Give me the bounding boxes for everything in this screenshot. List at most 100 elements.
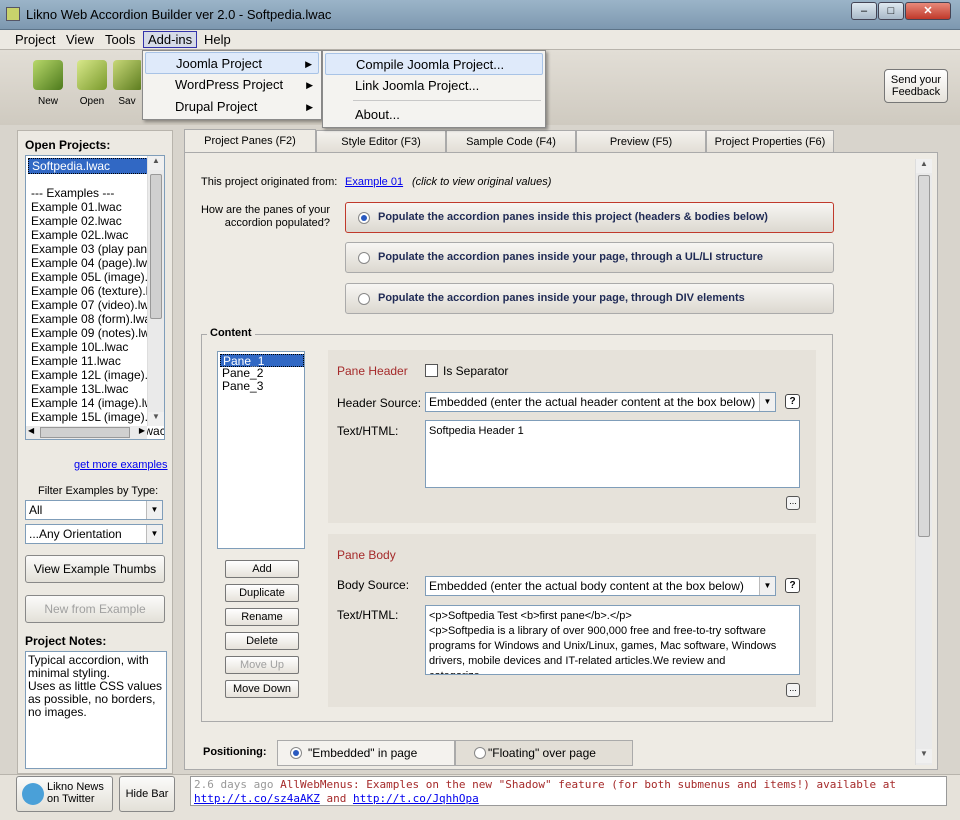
radio-selected-icon bbox=[290, 747, 302, 759]
duplicate-pane-button[interactable]: Duplicate bbox=[225, 584, 299, 602]
header-text-value: Softpedia Header 1 bbox=[429, 425, 524, 437]
scroll-down-icon[interactable]: ▼ bbox=[916, 749, 932, 763]
close-button[interactable]: ✕ bbox=[905, 2, 951, 20]
tab-sample-code[interactable]: Sample Code (F4) bbox=[446, 130, 576, 152]
rename-pane-button[interactable]: Rename bbox=[225, 608, 299, 626]
content-label: Content bbox=[207, 327, 255, 339]
hide-bar-button[interactable]: Hide Bar bbox=[119, 776, 175, 812]
app-icon bbox=[6, 7, 20, 21]
scroll-thumb[interactable] bbox=[918, 175, 930, 537]
project-list-item[interactable]: Example 01.lwac bbox=[31, 200, 122, 214]
original-example-link[interactable]: Example 01 bbox=[345, 176, 403, 188]
move-up-button[interactable]: Move Up bbox=[225, 656, 299, 674]
tab-project-properties[interactable]: Project Properties (F6) bbox=[706, 130, 834, 152]
project-list-item[interactable]: Example 04 (page).lwac bbox=[31, 256, 160, 270]
project-list-item[interactable]: Example 12L (image).lwa bbox=[31, 368, 164, 382]
help-icon[interactable]: ? bbox=[785, 578, 800, 593]
project-list-item[interactable]: Example 15L (image).lwa bbox=[31, 410, 164, 424]
project-list-item[interactable]: Example 14 (image).lwac bbox=[31, 396, 164, 410]
save-button[interactable]: Sav bbox=[113, 60, 141, 107]
positioning-floating-label: "Floating" over page bbox=[488, 746, 596, 760]
positioning-embedded-option[interactable]: "Embedded" in page bbox=[277, 740, 455, 766]
menu-wordpress-project[interactable]: WordPress Project ▶ bbox=[145, 74, 319, 96]
delete-pane-button[interactable]: Delete bbox=[225, 632, 299, 650]
menu-view[interactable]: View bbox=[62, 32, 98, 47]
maximize-button[interactable]: □ bbox=[878, 2, 904, 20]
project-list-item[interactable]: Example 02.lwac bbox=[31, 214, 122, 228]
menu-addins[interactable]: Add-ins bbox=[143, 31, 198, 48]
project-notes-field[interactable]: Typical accordion, with minimal styling.… bbox=[25, 651, 167, 769]
menu-tools[interactable]: Tools bbox=[101, 32, 139, 47]
populate-option-div[interactable]: Populate the accordion panes inside your… bbox=[345, 283, 834, 314]
new-from-example-button[interactable]: New from Example bbox=[25, 595, 165, 623]
likno-news-button[interactable]: Likno News on Twitter bbox=[16, 776, 113, 812]
header-text-label: Text/HTML: bbox=[337, 424, 399, 438]
compile-joomla-item[interactable]: Compile Joomla Project... bbox=[325, 53, 543, 75]
project-list-item[interactable]: Example 09 (notes).lwac bbox=[31, 326, 162, 340]
project-list-item[interactable]: Example 07 (video).lwac bbox=[31, 298, 162, 312]
project-list-item[interactable]: Example 02L.lwac bbox=[31, 228, 128, 242]
populate-option-ul-li[interactable]: Populate the accordion panes inside your… bbox=[345, 242, 834, 273]
project-list-item[interactable]: Example 08 (form).lwac bbox=[31, 312, 157, 326]
filter-orientation-value: ...Any Orientation bbox=[29, 527, 122, 541]
more-options-icon[interactable]: ... bbox=[786, 683, 800, 697]
save-disk-icon bbox=[113, 60, 141, 90]
tab-style-editor[interactable]: Style Editor (F3) bbox=[316, 130, 446, 152]
new-button[interactable]: New bbox=[25, 60, 71, 107]
project-list-item[interactable]: Example 03 (play panes) bbox=[31, 242, 164, 256]
menu-drupal-project[interactable]: Drupal Project ▶ bbox=[145, 96, 319, 118]
scroll-left-icon[interactable]: ◀ bbox=[28, 426, 34, 435]
link-joomla-item[interactable]: Link Joomla Project... bbox=[325, 75, 543, 97]
news-link-2[interactable]: http://t.co/JqhhOpa bbox=[353, 792, 479, 805]
project-list-item[interactable]: --- Examples --- bbox=[31, 186, 114, 200]
tab-preview[interactable]: Preview (F5) bbox=[576, 130, 706, 152]
project-list-item[interactable]: Example 10L.lwac bbox=[31, 340, 128, 354]
scroll-thumb[interactable] bbox=[150, 174, 162, 319]
project-list-item[interactable]: Example 13L.lwac bbox=[31, 382, 128, 396]
body-source-select[interactable]: Embedded (enter the actual body content … bbox=[425, 576, 776, 596]
minimize-button[interactable]: – bbox=[851, 2, 877, 20]
open-button[interactable]: Open bbox=[69, 60, 115, 107]
submenu-arrow-icon: ▶ bbox=[306, 102, 313, 112]
hscroll-thumb[interactable] bbox=[40, 427, 130, 438]
tab-project-panes[interactable]: Project Panes (F2) bbox=[184, 129, 316, 153]
add-pane-button[interactable]: Add bbox=[225, 560, 299, 578]
project-item-selected[interactable]: Softpedia.lwac bbox=[28, 158, 150, 174]
scroll-up-icon[interactable]: ▲ bbox=[148, 156, 164, 170]
populate-option-project[interactable]: Populate the accordion panes inside this… bbox=[345, 202, 834, 233]
body-text-field[interactable]: <p>Softpedia Test <b>first pane</b>.</p>… bbox=[425, 605, 800, 675]
news-link-1[interactable]: http://t.co/sz4aAKZ bbox=[194, 792, 320, 805]
project-list-item[interactable]: Example 05L (image).lwa bbox=[31, 270, 164, 284]
menu-joomla-project[interactable]: Joomla Project ▶ bbox=[145, 52, 319, 74]
scroll-right-icon[interactable]: ▶ bbox=[139, 426, 145, 435]
scroll-up-icon[interactable]: ▲ bbox=[916, 159, 932, 173]
positioning-floating-option[interactable]: "Floating" over page bbox=[455, 740, 633, 766]
news-and: and bbox=[326, 792, 347, 805]
move-down-button[interactable]: Move Down bbox=[225, 680, 299, 698]
positioning-label: Positioning: bbox=[203, 746, 267, 758]
menu-project[interactable]: Project bbox=[11, 32, 59, 47]
help-icon[interactable]: ? bbox=[785, 394, 800, 409]
project-list-item[interactable]: Example 11.lwac bbox=[31, 354, 121, 368]
projects-vscroll[interactable]: ▲ ▼ bbox=[147, 156, 164, 426]
project-list-item[interactable]: Example 06 (texture).lwa bbox=[31, 284, 164, 298]
send-feedback-button[interactable]: Send your Feedback bbox=[884, 69, 948, 103]
filter-orientation-select[interactable]: ...Any Orientation ▼ bbox=[25, 524, 163, 544]
main-vscroll[interactable]: ▲ ▼ bbox=[915, 159, 932, 765]
pane-item-3[interactable]: Pane_3 bbox=[222, 380, 263, 393]
project-notes-text: Typical accordion, with minimal styling.… bbox=[28, 653, 163, 719]
is-separator-checkbox[interactable] bbox=[425, 364, 438, 377]
header-text-field[interactable]: Softpedia Header 1 bbox=[425, 420, 800, 488]
projects-hscroll[interactable]: ◀ ▶ bbox=[26, 426, 147, 439]
projects-list[interactable]: Softpedia.lwac --- Examples --- Example 01… bbox=[25, 155, 165, 440]
get-more-examples-link[interactable]: get more examples bbox=[74, 459, 168, 471]
main-tabs: Project Panes (F2) Style Editor (F3) Sam… bbox=[184, 129, 844, 153]
menu-help[interactable]: Help bbox=[200, 32, 235, 47]
filter-type-select[interactable]: All ▼ bbox=[25, 500, 163, 520]
more-options-icon[interactable]: ... bbox=[786, 496, 800, 510]
header-source-select[interactable]: Embedded (enter the actual header conten… bbox=[425, 392, 776, 412]
view-example-thumbs-button[interactable]: View Example Thumbs bbox=[25, 555, 165, 583]
scroll-down-icon[interactable]: ▼ bbox=[148, 412, 164, 426]
panes-list[interactable]: Pane_1 Pane_2 Pane_3 bbox=[217, 351, 305, 549]
about-item[interactable]: About... bbox=[325, 104, 543, 126]
